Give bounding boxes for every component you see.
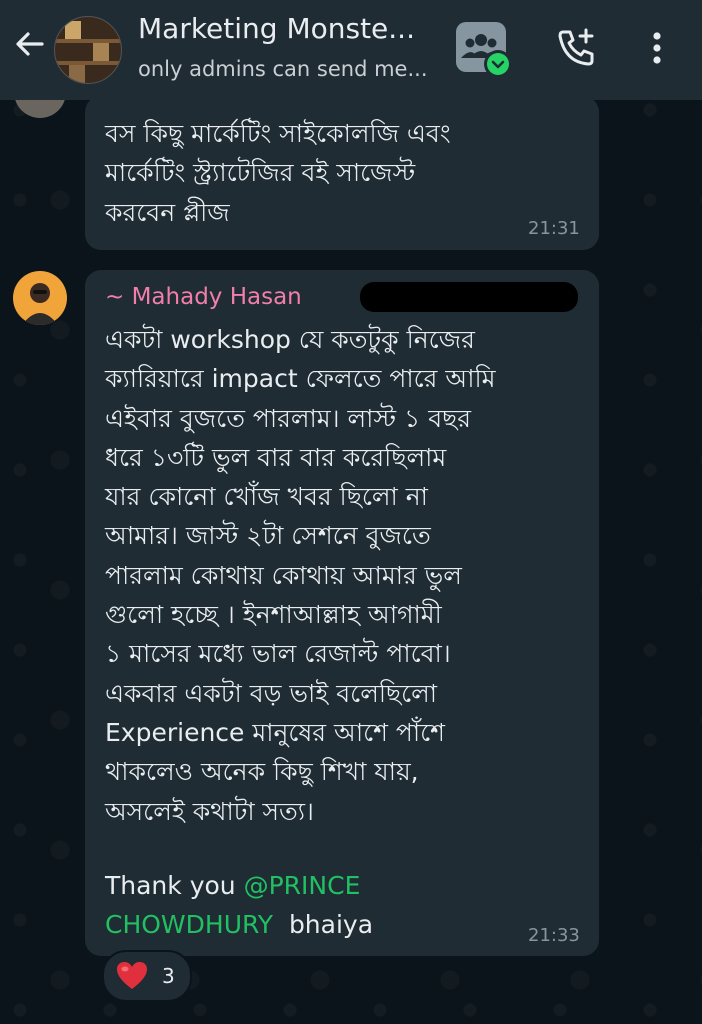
arrow-left-icon [16, 32, 44, 56]
reaction-count: 3 [162, 964, 175, 988]
back-button[interactable] [8, 22, 52, 66]
message-time: 21:31 [528, 218, 580, 239]
chat-title[interactable]: Marketing Monste... [138, 12, 438, 45]
avatar-book [65, 21, 81, 39]
community-button[interactable] [456, 22, 512, 78]
message-bubble[interactable]: বস কিছু মার্কেটিং সাইকোলজি এবং মার্কেটিং… [85, 96, 599, 250]
chevron-down-icon [491, 60, 505, 69]
check-badge [484, 50, 512, 78]
avatar-book [69, 65, 85, 83]
thanks-prefix: Thank you [105, 871, 244, 900]
more-options-button[interactable] [640, 26, 674, 74]
message-text: একটা workshop যে কতটুকু নিজের ক্যারিয়ার… [105, 325, 496, 826]
sender-avatar[interactable] [13, 271, 67, 325]
add-call-button[interactable] [553, 24, 601, 72]
more-vertical-icon [653, 32, 661, 64]
mention-link[interactable]: CHOWDHURY [105, 910, 273, 939]
thanks-line-2: CHOWDHURY bhaiya [105, 905, 505, 944]
thanks-line: Thank you @PRINCE [105, 866, 595, 905]
mention-link[interactable]: @PRINCE [244, 871, 361, 900]
avatar-book [93, 43, 109, 61]
avatar-shelf [55, 39, 121, 43]
heart-icon [117, 962, 147, 989]
chat-subtitle[interactable]: only admins can send me... [138, 57, 438, 81]
reaction-pill[interactable]: 3 [102, 950, 192, 1002]
message-time: 21:33 [528, 925, 580, 946]
group-avatar[interactable] [54, 16, 122, 84]
redaction-bar [360, 282, 578, 312]
sender-name[interactable]: ~ Mahady Hasan [105, 284, 302, 310]
avatar-shelf [55, 61, 121, 65]
phone-add-icon [558, 28, 594, 66]
message-text: বস কিছু মার্কেটিং সাইকোলজি এবং মার্কেটিং… [105, 119, 451, 227]
thanks-suffix: bhaiya [273, 910, 374, 939]
chat-header: Marketing Monste... only admins can send… [0, 0, 702, 100]
